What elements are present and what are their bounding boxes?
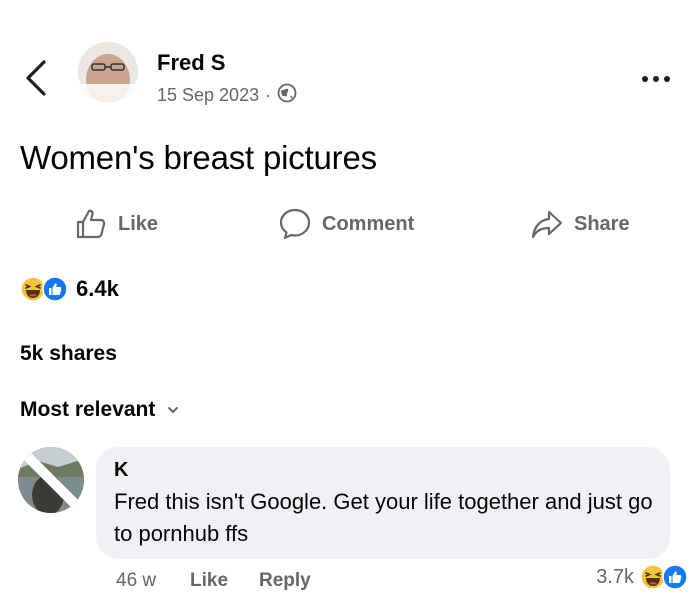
- sort-label: Most relevant: [20, 398, 156, 421]
- like-label: Like: [118, 212, 159, 235]
- share-button[interactable]: Share: [530, 206, 630, 242]
- post-author-name[interactable]: Fred S: [157, 50, 225, 76]
- chevron-down-icon: [168, 407, 179, 413]
- comment-author-name[interactable]: K: [114, 459, 128, 482]
- post-meta: 15 Sep 2023 ·: [157, 83, 297, 108]
- more-dot: [642, 76, 648, 82]
- thumbs-up-icon: [76, 209, 106, 239]
- like-button[interactable]: Like: [74, 206, 158, 242]
- more-dot: [664, 76, 670, 82]
- share-arrow-icon: [531, 210, 563, 239]
- comment-reaction-icons: [640, 564, 688, 590]
- like-icon: [662, 564, 688, 590]
- shares-count[interactable]: 5k shares: [20, 342, 117, 366]
- comment-label: Comment: [322, 212, 415, 235]
- share-label: Share: [574, 212, 630, 235]
- back-button[interactable]: [22, 58, 52, 98]
- like-icon: [42, 276, 68, 302]
- globe-icon: [277, 83, 297, 108]
- comment-timestamp[interactable]: 46 w: [116, 570, 156, 592]
- comment-reply-button[interactable]: Reply: [259, 570, 311, 592]
- comment-reactions-count: 3.7k: [596, 565, 634, 588]
- commenter-avatar[interactable]: [18, 447, 84, 513]
- post-text: Women's breast pictures: [20, 139, 377, 176]
- comment-text: Fred this isn't Google. Get your life to…: [114, 489, 653, 546]
- post-date[interactable]: 15 Sep 2023: [157, 85, 259, 106]
- more-dot: [653, 76, 659, 82]
- comment-reactions-summary[interactable]: 3.7k: [596, 564, 688, 590]
- comment-bubble-icon: [279, 208, 311, 240]
- reactions-summary[interactable]: 6.4k: [20, 276, 119, 302]
- comments-sort-dropdown[interactable]: Most relevant: [20, 398, 179, 422]
- author-avatar[interactable]: [78, 42, 138, 102]
- comment-like-button[interactable]: Like: [190, 570, 228, 592]
- comment-button[interactable]: Comment: [278, 206, 414, 242]
- meta-separator: ·: [265, 85, 272, 105]
- reactions-count: 6.4k: [76, 276, 119, 301]
- chevron-left-icon: [26, 60, 46, 96]
- more-options-button[interactable]: [642, 72, 678, 86]
